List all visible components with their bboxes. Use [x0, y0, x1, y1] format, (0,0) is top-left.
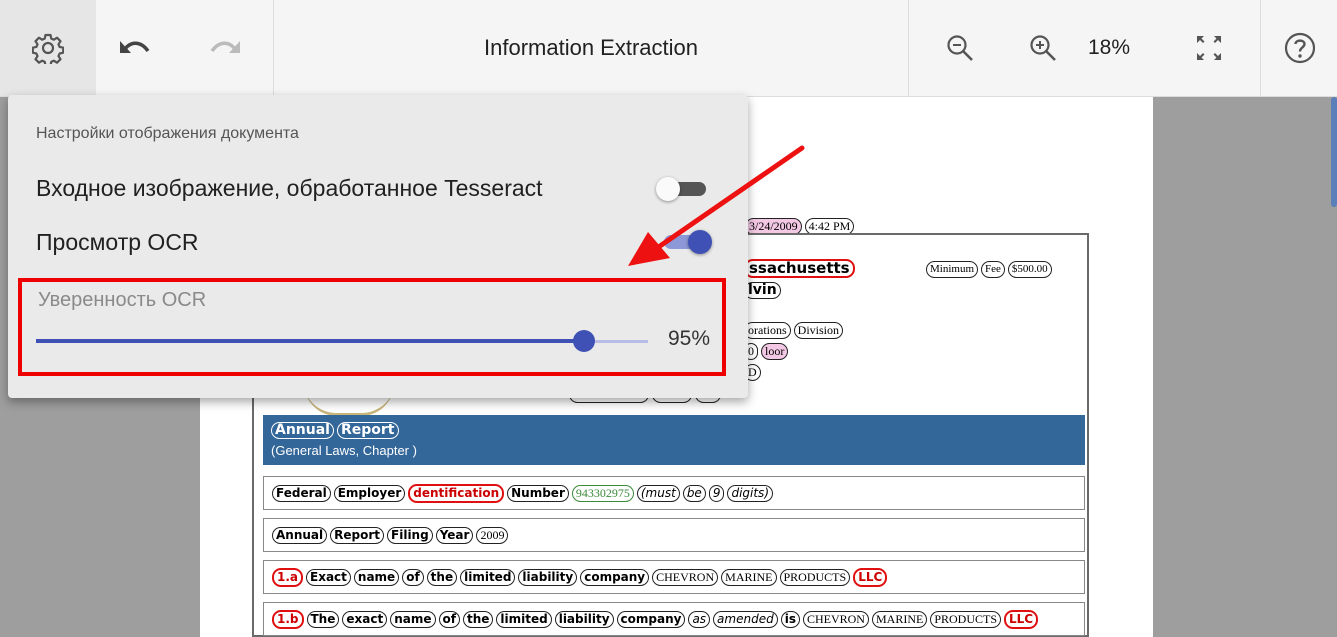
form-row-year: Annual Report Filing Year 2009 [263, 518, 1085, 552]
ocr-word[interactable]: of [438, 610, 460, 628]
zoom-in-icon [1030, 35, 1056, 61]
ocr-word[interactable]: Filing [387, 526, 433, 544]
zoom-level: 18% [1088, 36, 1131, 59]
ocr-word[interactable]: the [462, 610, 494, 628]
ocr-word[interactable]: orations [744, 322, 791, 339]
toolbar: Information Extraction 18% [0, 0, 1337, 97]
form-row-ein: Federal Employer dentification Number 943302… [263, 476, 1085, 510]
ocr-word[interactable]: $500.00 [1007, 261, 1052, 278]
tesseract-toggle[interactable] [656, 177, 708, 201]
option-tesseract-label: Входное изображение, обработанное Tesser… [36, 175, 543, 201]
redo-icon [210, 41, 240, 53]
ocr-word[interactable]: 1.b [272, 609, 304, 629]
ocr-word[interactable]: CHEVRON [802, 610, 869, 628]
ocr-word[interactable]: 943302975 [571, 484, 634, 502]
option-ocr-view-label: Просмотр OCR [36, 229, 199, 255]
ocr-word[interactable]: name [390, 610, 436, 628]
ocr-word[interactable]: LLC [1004, 609, 1039, 629]
app-title: Information Extraction [484, 35, 698, 60]
help-icon [1284, 32, 1316, 64]
ocr-word[interactable]: be [682, 484, 706, 502]
ocr-word[interactable]: ssachusetts [744, 259, 855, 278]
ocr-word[interactable]: limited [496, 610, 552, 628]
zoom-out-button[interactable] [935, 0, 985, 96]
ocr-word[interactable]: of [402, 568, 424, 586]
ocr-word[interactable]: Number [507, 484, 569, 502]
fee-line: Minimum Fee $500.00 [926, 259, 1055, 278]
floor-line: 0 loor [744, 342, 791, 360]
confidence-highlight-box [18, 278, 726, 376]
ocr-word[interactable]: LLC [853, 567, 888, 587]
ocr-word[interactable]: The [306, 610, 340, 628]
header-state: ssachusetts [744, 259, 858, 278]
ocr-word[interactable]: (must [636, 484, 680, 502]
header-name: lvin [744, 281, 784, 299]
ocr-word[interactable]: MARINE [871, 610, 928, 628]
ocr-word[interactable]: loor [761, 343, 789, 360]
ocr-word[interactable]: 9 [708, 484, 725, 502]
ocr-word[interactable]: 2009 [476, 526, 509, 544]
ocr-word[interactable]: liability [554, 610, 614, 628]
ocr-word[interactable]: lvin [744, 282, 781, 299]
ocr-view-toggle[interactable] [660, 230, 712, 254]
banner-subtitle: (General Laws, Chapter ) [271, 443, 417, 458]
zoom-in-button[interactable] [1018, 0, 1068, 96]
gear-icon [32, 33, 64, 64]
ocr-word[interactable]: Division [793, 322, 844, 339]
ocr-word[interactable]: PRODUCTS [779, 568, 851, 586]
ocr-word[interactable]: CHEVRON [652, 568, 719, 586]
ocr-word[interactable]: company [580, 568, 650, 586]
ocr-word[interactable]: limited [460, 568, 516, 586]
form-row-name: 1.a Exact name of the limited liability company… [263, 560, 1085, 594]
ocr-word[interactable]: as [688, 610, 711, 628]
ocr-word[interactable]: digits) [727, 484, 773, 502]
ocr-word[interactable]: name [353, 568, 400, 586]
zoom-out-icon [947, 35, 973, 61]
report-banner: Annual Report (General Laws, Chapter ) [263, 415, 1085, 465]
ocr-word[interactable]: is [780, 610, 800, 628]
ocr-word[interactable]: Report [336, 422, 399, 439]
ocr-word[interactable]: liability [518, 568, 578, 586]
form-row-amended-name: 1.b The exact name of the limited liability comp… [263, 602, 1085, 636]
corp-line: orations Division [744, 321, 846, 339]
ocr-word[interactable]: Exact [306, 568, 351, 586]
ocr-word[interactable]: dentification [408, 483, 505, 503]
ocr-word[interactable]: Year [435, 526, 474, 544]
ocr-word[interactable]: amended [713, 610, 778, 628]
undo-button[interactable] [108, 0, 160, 96]
ocr-word[interactable]: Annual [272, 526, 328, 544]
ocr-word[interactable]: MARINE [721, 568, 777, 586]
ocr-word[interactable]: Report [330, 526, 385, 544]
scrollbar-thumb[interactable] [1331, 97, 1337, 207]
ocr-word[interactable]: Federal [272, 484, 331, 502]
ocr-word[interactable]: Minimum [926, 261, 979, 278]
ocr-word[interactable]: the [426, 568, 458, 586]
panel-heading: Настройки отображения документа [36, 125, 299, 142]
ocr-word[interactable]: Employer [333, 484, 406, 502]
ocr-word[interactable]: exact [342, 610, 388, 628]
ocr-word[interactable]: company [616, 610, 686, 628]
ocr-word[interactable]: Fee [981, 261, 1005, 278]
fullscreen-button[interactable] [1184, 0, 1234, 96]
ocr-word[interactable]: Annual [271, 422, 334, 439]
ocr-word[interactable]: PRODUCTS [930, 610, 1002, 628]
settings-button[interactable] [0, 0, 96, 96]
fullscreen-icon [1197, 36, 1221, 60]
undo-icon [120, 41, 150, 53]
help-button[interactable] [1272, 0, 1328, 96]
redo-button[interactable] [200, 0, 252, 96]
ocr-word[interactable]: 1.a [272, 567, 304, 587]
